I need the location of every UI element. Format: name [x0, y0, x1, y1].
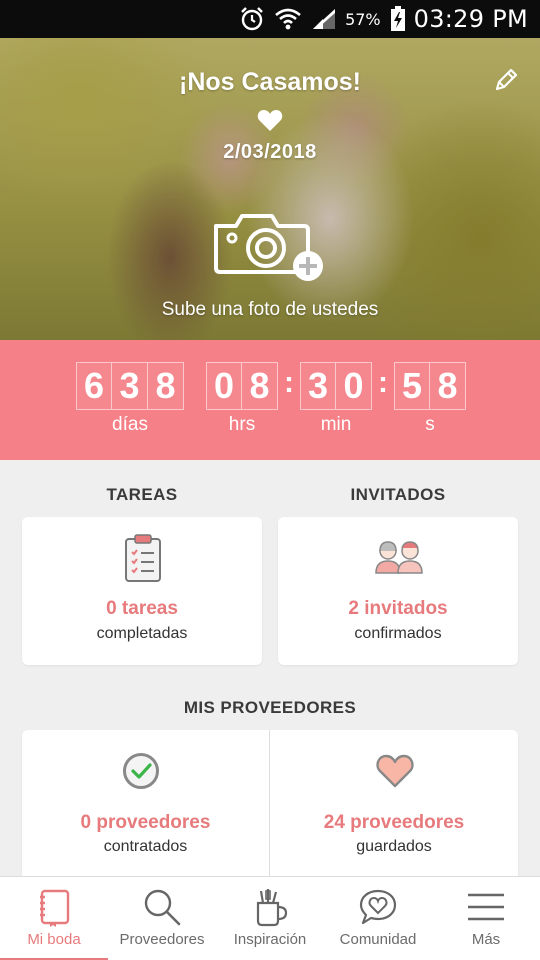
bottom-navigation: Mi boda Proveedores Inspiración Comunida… [0, 876, 540, 960]
countdown-seconds: 5 8 [394, 362, 466, 410]
signal-icon [311, 7, 337, 31]
guests-couple-icon [374, 539, 424, 575]
tasks-card[interactable]: 0 tareas completadas [22, 517, 262, 665]
vendors-saved-caption: guardados [356, 838, 432, 855]
wedding-date: 2/03/2018 [223, 141, 317, 163]
countdown-digit: 0 [336, 362, 372, 410]
countdown-minutes: 3 0 [300, 362, 372, 410]
guests-section-title: INVITADOS [350, 485, 446, 504]
guests-caption: confirmados [354, 625, 442, 642]
vendors-section-title: MIS PROVEEDORES [183, 698, 357, 717]
guests-card[interactable]: 2 invitados confirmados [278, 517, 518, 665]
clipboard-checklist-icon [124, 533, 162, 583]
notebook-icon [34, 887, 74, 927]
vendors-hired-caption: contratados [103, 838, 188, 855]
menu-icon [466, 887, 506, 927]
alarm-icon [239, 6, 265, 32]
inspiration-cup-icon [250, 887, 290, 927]
countdown-digit: 8 [242, 362, 278, 410]
nav-item-comunidad[interactable]: Comunidad [324, 877, 432, 960]
vendors-saved-tile[interactable]: 24 proveedores guardados [270, 730, 518, 890]
countdown-days: 6 3 8 [76, 362, 184, 410]
tasks-count: 0 tareas [106, 598, 178, 619]
tasks-section-title: TAREAS [106, 485, 178, 504]
countdown-digit: 8 [430, 362, 466, 410]
countdown-digit: 3 [112, 362, 148, 410]
upload-photo-label[interactable]: Sube una foto de ustedes [0, 299, 540, 321]
countdown-separator: : [378, 366, 388, 399]
nav-label: Inspiración [233, 931, 307, 948]
battery-charging-icon [390, 6, 406, 32]
countdown-minutes-label: min [320, 414, 352, 435]
wifi-icon [274, 6, 302, 32]
nav-item-inspiracion[interactable]: Inspiración [216, 877, 324, 960]
countdown-separator: : [284, 366, 294, 399]
countdown-seconds-label: s [425, 414, 435, 435]
battery-percent: 57% [345, 9, 381, 29]
countdown-digit: 0 [206, 362, 242, 410]
nav-label: Más [471, 931, 501, 948]
nav-item-mas[interactable]: Más [432, 877, 540, 960]
nav-label: Comunidad [339, 931, 417, 948]
hero-cover-photo[interactable]: ¡Nos Casamos! 2/03/2018 Sube una foto de… [0, 38, 540, 340]
tasks-caption: completadas [96, 625, 188, 642]
vendors-saved-count: 24 proveedores [323, 812, 465, 833]
countdown-digit: 6 [76, 362, 112, 410]
add-photo-camera-icon[interactable] [212, 206, 328, 286]
wedding-countdown: 6 3 8 0 8 : 3 0 : 5 8 días hrs min s [0, 340, 540, 460]
heart-icon [257, 108, 283, 132]
guests-count: 2 invitados [348, 598, 448, 619]
countdown-hours: 0 8 [206, 362, 278, 410]
vendors-hired-count: 0 proveedores [80, 812, 211, 833]
nav-label: Mi boda [27, 931, 81, 948]
vendors-hired-tile[interactable]: 0 proveedores contratados [22, 730, 269, 890]
vendors-card: 0 proveedores contratados 24 proveedores… [22, 730, 518, 890]
chat-heart-icon [358, 887, 398, 927]
countdown-digit: 5 [394, 362, 430, 410]
search-icon [142, 887, 182, 927]
countdown-hours-label: hrs [228, 414, 256, 435]
edit-pencil-icon[interactable] [492, 66, 520, 94]
status-bar: 57% 03:29 PM [0, 0, 540, 38]
app-screen: 57% 03:29 PM ¡Nos Casamos! 2/03/2018 Sub… [0, 0, 540, 960]
nav-item-proveedores[interactable]: Proveedores [108, 877, 216, 960]
heart-outline-icon [376, 754, 414, 788]
countdown-days-label: días [112, 414, 148, 435]
countdown-digit: 3 [300, 362, 336, 410]
check-circle-icon [122, 752, 160, 790]
nav-item-mi-boda[interactable]: Mi boda [0, 877, 108, 960]
hero-title: ¡Nos Casamos! [179, 68, 361, 96]
nav-label: Proveedores [119, 931, 205, 948]
status-clock: 03:29 PM [413, 5, 528, 33]
countdown-digit: 8 [148, 362, 184, 410]
